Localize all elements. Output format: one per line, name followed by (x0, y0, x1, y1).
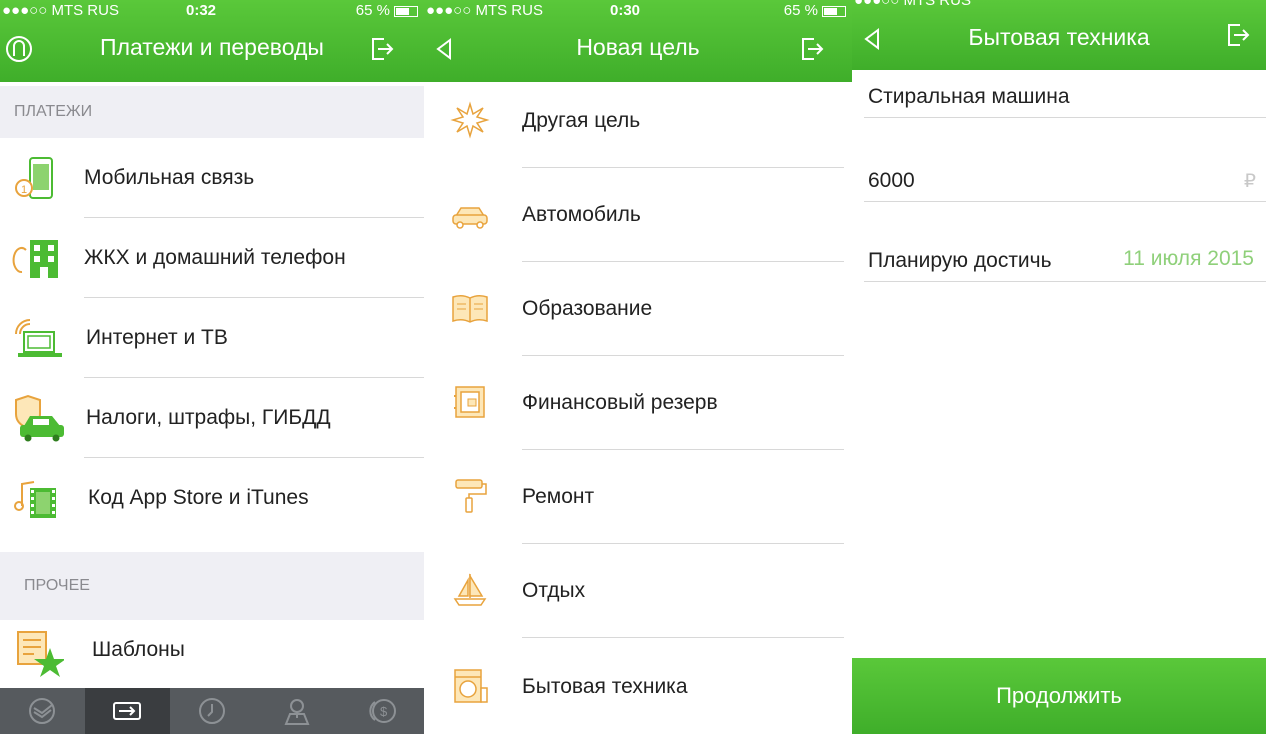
clock-label: 0:32 (186, 2, 217, 19)
list-item-label: ЖКХ и домашний телефон (84, 246, 346, 269)
goal-label: Ремонт (522, 485, 595, 508)
goal-item-car[interactable]: Автомобиль (424, 168, 852, 262)
car-icon (450, 194, 490, 234)
clock-icon (198, 698, 225, 724)
car-shield-icon (12, 392, 64, 444)
page-title: Новая цель (576, 34, 700, 60)
laptop-icon (12, 312, 64, 364)
tab-payments[interactable] (84, 688, 170, 734)
list-item-utilities[interactable]: ЖКХ и домашний телефон (0, 218, 424, 298)
battery-indicator: 65 % (356, 2, 418, 19)
list-item-templates[interactable]: Шаблоны (0, 612, 424, 688)
goal-label: Финансовый резерв (522, 391, 718, 414)
logout-button[interactable] (366, 34, 396, 64)
book-icon (450, 288, 490, 328)
goal-label: Бытовая техника (522, 675, 688, 698)
goal-label: Другая цель (522, 109, 641, 132)
tab-rates[interactable]: $ (339, 688, 424, 734)
navigation-bar: ●●●○○ MTS RUS Бытовая техника (852, 0, 1266, 70)
paint-roller-icon (450, 476, 490, 516)
carrier-label: ●●●○○ MTS RUS (2, 2, 119, 19)
goal-amount-value: 6000 (868, 169, 915, 192)
building-icon (12, 232, 64, 284)
status-bar: ●●●○○ MTS RUS (852, 0, 1266, 12)
page-title: Бытовая техника (968, 24, 1150, 50)
status-bar: ●●●○○ MTS RUS 0:32 65 % (0, 0, 424, 22)
goal-amount-field[interactable]: 6000 ₽ (864, 150, 1266, 202)
logout-icon (802, 38, 824, 60)
list-item-taxes-fines[interactable]: Налоги, штрафы, ГИБДД (0, 378, 424, 458)
tab-home[interactable] (0, 688, 85, 734)
plan-label: Планирую достичь (868, 249, 1052, 272)
star-burst-icon (450, 100, 490, 140)
safe-icon (450, 382, 490, 422)
svg-text:1: 1 (21, 184, 27, 196)
tab-map[interactable] (254, 688, 339, 734)
goal-item-other[interactable]: Другая цель (424, 74, 852, 168)
transfer-icon (113, 702, 142, 720)
tab-history[interactable] (170, 688, 255, 734)
mobile-phone-icon: 1 (12, 152, 64, 204)
list-item-appstore-itunes[interactable]: Код App Store и iTunes (0, 458, 424, 538)
goal-label: Образование (522, 297, 653, 320)
list-item-label: Шаблоны (92, 638, 185, 661)
goal-details-screen: ●●●○○ MTS RUS Бытовая техника Стиральная… (852, 0, 1266, 734)
logout-button[interactable] (796, 34, 826, 64)
goal-item-vacation[interactable]: Отдых (424, 544, 852, 638)
goal-label: Отдых (522, 579, 586, 602)
carrier-label: ●●●○○ MTS RUS (854, 0, 971, 9)
sberbank-logo-icon (29, 698, 56, 724)
payments-section-header: ПЛАТЕЖИ (0, 86, 424, 138)
status-bar: ●●●○○ MTS RUS 0:30 65 % (424, 0, 852, 22)
goal-item-reserve[interactable]: Финансовый резерв (424, 356, 852, 450)
battery-icon (822, 5, 846, 17)
goal-date-field[interactable]: Планирую достичь 11 июля 2015 (864, 230, 1266, 282)
battery-icon (394, 5, 418, 17)
coins-icon: $ (368, 699, 396, 723)
star-document-icon (12, 626, 66, 678)
goal-item-repair[interactable]: Ремонт (424, 450, 852, 544)
divider (522, 637, 844, 638)
navigation-bar: ●●●○○ MTS RUS 0:30 65 % Новая цель (424, 0, 852, 82)
logout-button[interactable] (1222, 20, 1252, 50)
other-section-header: ПРОЧЕЕ (0, 552, 424, 620)
page-title: Платежи и переводы (100, 34, 324, 60)
map-pin-icon (284, 699, 310, 725)
plan-date-value[interactable]: 11 июля 2015 (1123, 247, 1254, 271)
sailboat-icon (450, 570, 490, 610)
tab-bar: $ (0, 688, 424, 734)
battery-label: 65 % (355, 2, 390, 19)
goal-item-education[interactable]: Образование (424, 262, 852, 356)
goal-name-value: Стиральная машина (868, 85, 1070, 108)
logout-icon (372, 38, 394, 60)
goal-label: Автомобиль (522, 203, 641, 226)
payments-screen: ●●●○○ MTS RUS 0:32 65 % Платежи и перево… (0, 0, 424, 734)
music-film-icon (12, 472, 64, 524)
list-item-internet-tv[interactable]: Интернет и ТВ (0, 298, 424, 378)
continue-button[interactable]: Продолжить (852, 658, 1266, 734)
list-item-label: Налоги, штрафы, ГИБДД (86, 406, 331, 429)
list-item-label: Код App Store и iTunes (88, 486, 309, 509)
clock-label: 0:30 (610, 2, 641, 19)
goal-item-appliances[interactable]: Бытовая техника (424, 640, 852, 734)
new-goal-screen: ●●●○○ MTS RUS 0:30 65 % Новая цель Друга… (424, 0, 852, 734)
goal-name-field[interactable]: Стиральная машина (864, 66, 1266, 118)
battery-label: 65 % (783, 2, 818, 19)
ruble-icon: ₽ (1243, 171, 1256, 192)
navigation-bar: ●●●○○ MTS RUS 0:32 65 % Платежи и перево… (0, 0, 424, 82)
svg-text:$: $ (380, 704, 388, 719)
carrier-label: ●●●○○ MTS RUS (426, 2, 543, 19)
list-item-mobile[interactable]: 1 Мобильная связь (0, 138, 424, 218)
logout-icon (1228, 24, 1250, 46)
list-item-label: Интернет и ТВ (86, 326, 228, 349)
list-item-label: Мобильная связь (84, 166, 255, 189)
battery-indicator: 65 % (784, 2, 846, 19)
washing-machine-icon (450, 666, 490, 706)
